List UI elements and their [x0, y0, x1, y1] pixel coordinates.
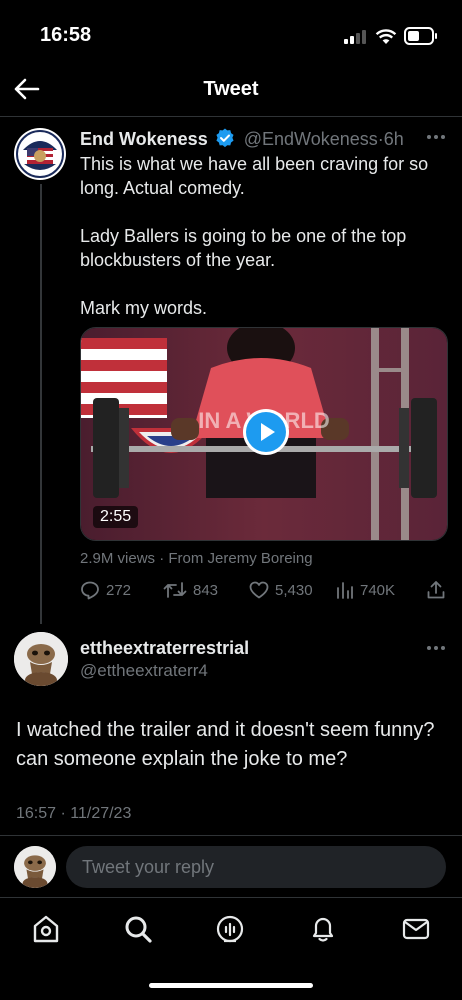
- tweet-paragraph: This is what we have all been craving fo…: [80, 154, 429, 198]
- cellular-signal-icon: [344, 30, 368, 44]
- tweet-author-row: End Wokeness @EndWokeness·6h: [80, 128, 404, 150]
- page-title: Tweet: [203, 78, 259, 100]
- wifi-icon: [375, 29, 397, 44]
- tabbar-divider: [0, 897, 462, 898]
- analytics-icon: [337, 582, 353, 599]
- reply-author-handle[interactable]: @ettheextraterr4: [80, 661, 208, 681]
- tweet-paragraph: Mark my words.: [80, 298, 208, 318]
- author-avatar[interactable]: [14, 128, 66, 180]
- like-action[interactable]: 5,430: [249, 578, 313, 602]
- home-icon[interactable]: [31, 914, 61, 944]
- tweet-text: This is what we have all been craving fo…: [80, 152, 440, 344]
- author-name[interactable]: End Wokeness: [80, 129, 208, 149]
- reply-count: 272: [106, 581, 132, 599]
- search-icon[interactable]: [123, 914, 153, 944]
- view-count: 740K: [360, 581, 396, 599]
- messages-icon[interactable]: [401, 914, 431, 944]
- retweet-count: 843: [193, 581, 219, 599]
- more-icon[interactable]: [426, 134, 446, 140]
- header-divider: [0, 116, 462, 117]
- video-meta: 2.9M views · From Jeremy Boreing: [80, 550, 313, 567]
- reply-more-icon[interactable]: [426, 645, 446, 651]
- section-divider: [0, 835, 462, 836]
- reply-timestamp: 16:57 · 11/27/23: [16, 805, 132, 822]
- reply-author-name[interactable]: ettheextraterrestrial: [80, 638, 249, 659]
- reply-text: I watched the trailer and it doesn't see…: [16, 719, 435, 770]
- home-indicator[interactable]: [149, 983, 313, 988]
- status-time: 16:58: [40, 24, 92, 46]
- current-user-avatar[interactable]: [14, 846, 56, 888]
- spaces-icon[interactable]: [215, 914, 245, 944]
- reply-input[interactable]: [66, 846, 446, 888]
- verified-badge-icon: [216, 128, 234, 148]
- reply-author-avatar[interactable]: [14, 632, 68, 686]
- share-icon[interactable]: [426, 580, 446, 600]
- like-count: 5,430: [275, 581, 313, 599]
- play-icon: [246, 412, 286, 452]
- author-handle[interactable]: @EndWokeness: [244, 129, 378, 149]
- views-action[interactable]: 740K: [336, 578, 395, 602]
- tweet-paragraph: Lady Ballers is going to be one of the t…: [80, 226, 407, 270]
- heart-icon: [249, 581, 269, 599]
- tweet-age: 6h: [383, 129, 404, 149]
- video-duration: 2:55: [93, 506, 139, 528]
- video-player[interactable]: IN A WORLD 2:55: [80, 327, 448, 541]
- notifications-icon[interactable]: [308, 914, 338, 944]
- reply-action[interactable]: 272: [80, 578, 131, 602]
- retweet-icon: [163, 582, 187, 598]
- thread-connector-line: [40, 184, 42, 624]
- battery-icon: [404, 27, 437, 45]
- reply-icon: [81, 581, 99, 600]
- play-button[interactable]: [243, 409, 289, 455]
- retweet-action[interactable]: 843: [163, 578, 218, 602]
